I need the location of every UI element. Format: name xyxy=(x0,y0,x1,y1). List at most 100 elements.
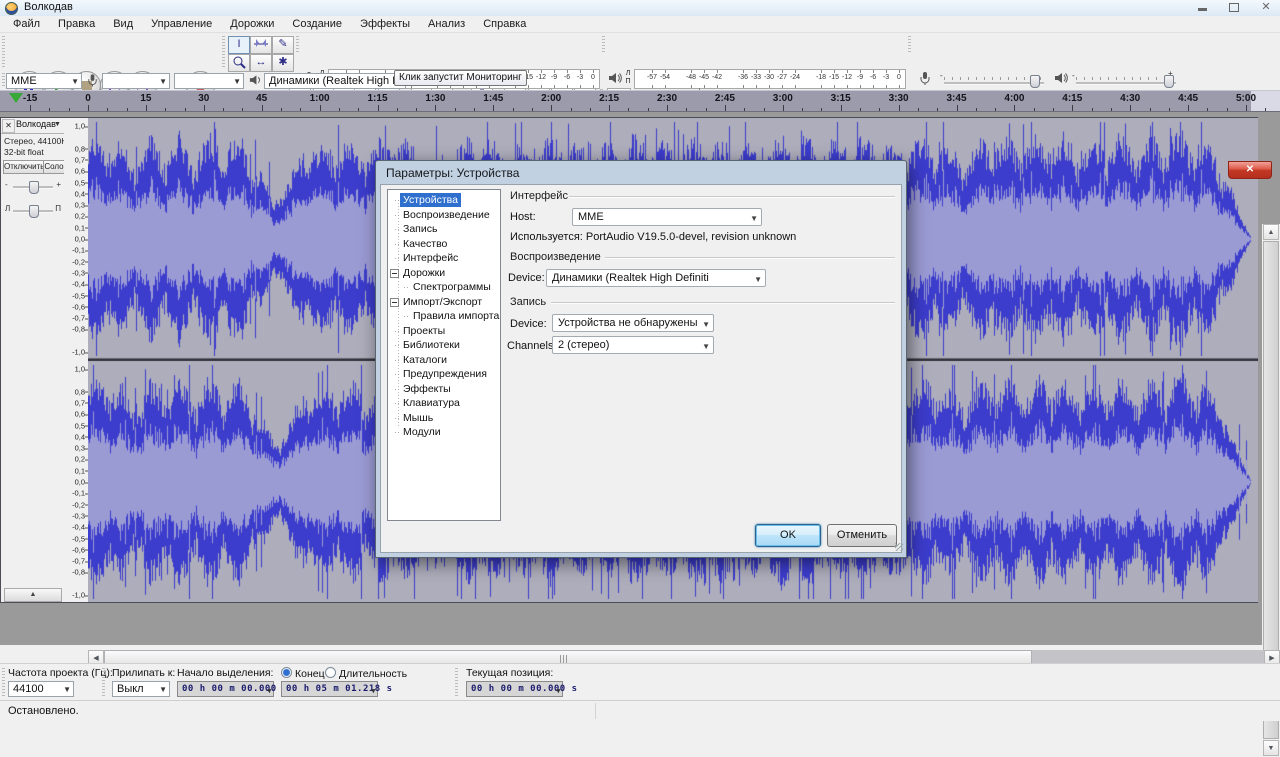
tree-stub-12 xyxy=(395,374,401,375)
track-collapse-button[interactable]: ▲ xyxy=(4,588,62,602)
dialog-host-select[interactable]: MME▼ xyxy=(572,208,762,226)
envelope-tool-button[interactable] xyxy=(250,36,272,54)
mixer-grip[interactable] xyxy=(908,36,911,54)
vertical-amplitude-ruler[interactable]: 1,00,80,70,60,50,40,30,20,10,0-0,1-0,2-0… xyxy=(64,118,89,602)
amp-label-ch1-1,0: 1,0 xyxy=(75,365,85,374)
channels-select[interactable]: 2 (стерео)▼ xyxy=(552,336,714,354)
tree-item-Спектрограммы[interactable]: Спектрограммы xyxy=(410,280,494,294)
tree-item-Устройства[interactable]: Устройства xyxy=(400,193,461,207)
restore-button[interactable] xyxy=(1220,1,1248,14)
tree-item-Импорт/Экспорт[interactable]: Импорт/Экспорт xyxy=(400,295,485,309)
input-volume-slider[interactable]: - xyxy=(940,73,1044,85)
tree-item-Эффекты[interactable]: Эффекты xyxy=(400,382,454,396)
timeshift-tool-button[interactable]: ↔ xyxy=(250,54,272,72)
tree-item-Библиотеки[interactable]: Библиотеки xyxy=(400,338,463,352)
play-tickb--57 xyxy=(652,85,653,88)
tree-item-Интерфейс[interactable]: Интерфейс xyxy=(400,251,461,265)
radio-length[interactable]: Длительность xyxy=(325,667,407,680)
quickplay-pin-icon[interactable] xyxy=(9,93,23,110)
current-position-field[interactable]: 00 h 00 m 00.000 s▼ xyxy=(466,681,563,697)
scroll-up-button[interactable]: ▲ xyxy=(1263,224,1279,240)
dialog-close-button[interactable]: ✕ xyxy=(1228,161,1272,179)
timeline-tick xyxy=(1034,108,1035,111)
menu-item-6[interactable]: Эффекты xyxy=(351,17,419,31)
output-volume-slider[interactable]: - + xyxy=(1072,73,1182,85)
project-rate-select[interactable]: 44100▼ xyxy=(8,681,74,697)
output-slider-thumb[interactable] xyxy=(1164,75,1174,88)
gain-slider-thumb[interactable] xyxy=(29,181,39,194)
tree-item-label: Модули xyxy=(400,425,444,439)
tree-expander-Импорт/Экспорт[interactable] xyxy=(390,298,399,307)
transport-grip[interactable] xyxy=(2,36,5,68)
tree-item-Качество[interactable]: Качество xyxy=(400,237,450,251)
draw-tool-button[interactable]: ✎ xyxy=(272,36,294,54)
preferences-category-tree[interactable]: УстройстваВоспроизведениеЗаписьКачествоИ… xyxy=(387,189,501,521)
timeline-ruler[interactable]: -1501530451:001:151:301:452:002:152:302:… xyxy=(0,90,1280,112)
tree-item-Клавиатура[interactable]: Клавиатура xyxy=(400,396,463,410)
track-close-button[interactable]: ✕ xyxy=(2,119,15,133)
selection-end-field[interactable]: 00 h 05 m 01.218 s▼ xyxy=(281,681,378,697)
menu-item-7[interactable]: Анализ xyxy=(419,17,474,31)
input-channels-select[interactable]: ▼ xyxy=(174,73,244,89)
mute-button[interactable]: Отключить звук xyxy=(3,160,45,174)
menu-item-5[interactable]: Создание xyxy=(283,17,351,31)
track-menu-arrow-icon[interactable]: ▼ xyxy=(54,121,61,128)
selection-start-field[interactable]: 00 h 00 m 00.000 s▼ xyxy=(177,681,274,697)
host-select[interactable]: MME▼ xyxy=(6,73,82,89)
zoom-tool-button[interactable] xyxy=(228,54,250,72)
tree-item-Дорожки[interactable]: Дорожки xyxy=(400,266,448,280)
input-slider-thumb[interactable] xyxy=(1030,75,1040,88)
play-meter-grip[interactable] xyxy=(602,36,605,54)
input-device-select[interactable]: ▼ xyxy=(102,73,170,89)
timeline-tick xyxy=(1053,108,1054,111)
selbar-grip[interactable] xyxy=(2,668,5,696)
menu-item-4[interactable]: Дорожки xyxy=(221,17,283,31)
timeline-tick xyxy=(937,108,938,111)
mixer-mic-icon xyxy=(918,71,932,90)
close-button[interactable]: ✕ xyxy=(1252,1,1280,14)
tree-item-Модули[interactable]: Модули xyxy=(400,425,444,439)
snap-grip[interactable] xyxy=(102,668,105,696)
tree-expander-Дорожки[interactable] xyxy=(390,269,399,278)
timeline-tick xyxy=(860,108,861,111)
play-tickb--6 xyxy=(873,85,874,88)
window-title: Волкодав xyxy=(24,1,73,13)
tools-grip[interactable] xyxy=(222,36,225,68)
device-grip[interactable] xyxy=(2,73,5,88)
recording-device-label: Device: xyxy=(510,318,547,330)
tree-item-Каталоги[interactable]: Каталоги xyxy=(400,353,450,367)
tree-item-Проекты[interactable]: Проекты xyxy=(400,324,448,338)
multi-tool-button[interactable]: ✱ xyxy=(272,54,294,72)
dialog-resize-grip[interactable] xyxy=(895,543,903,551)
timeline-label-3:15: 3:15 xyxy=(831,93,851,104)
minimize-button[interactable] xyxy=(1188,1,1216,14)
menu-item-1[interactable]: Правка xyxy=(49,17,104,31)
ok-button[interactable]: OK xyxy=(755,524,821,547)
gain-slider[interactable]: - + xyxy=(4,178,62,194)
radio-end[interactable]: Конец xyxy=(281,667,325,680)
pan-slider-thumb[interactable] xyxy=(29,205,39,218)
menu-item-0[interactable]: Файл xyxy=(4,17,49,31)
cancel-button[interactable]: Отменить xyxy=(827,524,897,547)
tree-item-Воспроизведение[interactable]: Воспроизведение xyxy=(400,208,493,222)
menu-item-8[interactable]: Справка xyxy=(474,17,535,31)
timeline-tick xyxy=(320,105,321,111)
position-grip[interactable] xyxy=(455,668,458,696)
record-meter-grip[interactable] xyxy=(296,36,299,54)
scroll-down-button[interactable]: ▼ xyxy=(1263,740,1279,756)
playback-meter[interactable]: -57-54-48-45-42-36-33-30-27-24-18-15-12-… xyxy=(634,69,906,89)
tree-item-Предупреждения[interactable]: Предупреждения xyxy=(400,367,490,381)
tree-item-Мышь[interactable]: Мышь xyxy=(400,411,436,425)
menu-item-3[interactable]: Управление xyxy=(142,17,221,31)
selection-tool-button[interactable]: I xyxy=(228,36,250,54)
tree-item-Правила импорта[interactable]: Правила импорта xyxy=(410,309,501,323)
solo-button[interactable]: Соло xyxy=(43,160,65,174)
menu-item-2[interactable]: Вид xyxy=(104,17,142,31)
playback-device-select[interactable]: Динамики (Realtek High Definiti▼ xyxy=(546,269,766,287)
output-device-select[interactable]: Динамики (Realtek High Defi▼ xyxy=(264,73,406,89)
snap-select[interactable]: Выкл▼ xyxy=(112,681,170,697)
recording-device-select[interactable]: Устройства не обнаружены▼ xyxy=(552,314,714,332)
tree-item-Запись[interactable]: Запись xyxy=(400,222,440,236)
pan-slider[interactable]: Л П xyxy=(4,202,62,218)
tree-stub-14 xyxy=(395,403,401,404)
